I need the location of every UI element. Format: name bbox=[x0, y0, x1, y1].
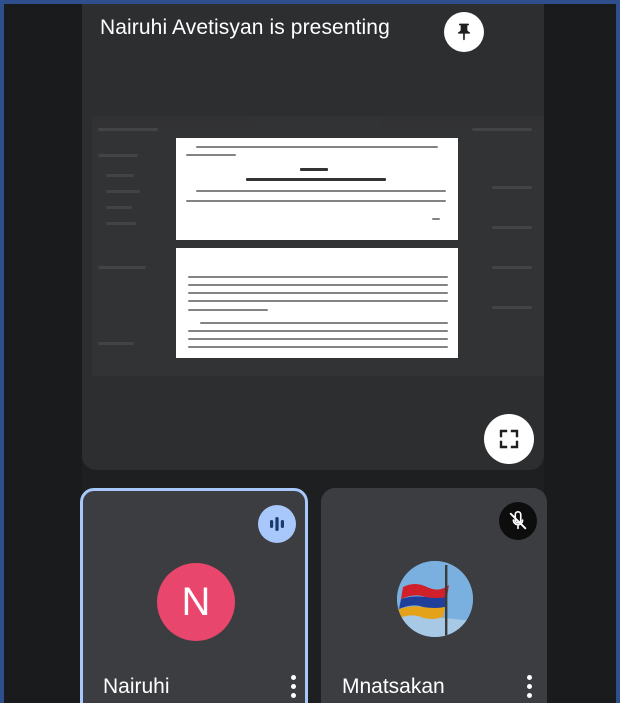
audio-levels-icon bbox=[270, 517, 284, 531]
mic-off-icon bbox=[509, 511, 527, 530]
muted-indicator bbox=[499, 502, 537, 540]
more-options-button[interactable] bbox=[283, 671, 303, 701]
pin-icon bbox=[458, 23, 470, 41]
presenting-title: Nairuhi Avetisyan is presenting bbox=[100, 16, 390, 39]
left-margin bbox=[4, 4, 82, 703]
participant-tile-nairuhi[interactable]: N Nairuhi bbox=[80, 488, 308, 703]
speaking-indicator bbox=[258, 505, 296, 543]
fullscreen-icon bbox=[499, 429, 519, 449]
participant-name: Nairuhi bbox=[103, 675, 170, 698]
more-options-button[interactable] bbox=[519, 671, 539, 701]
flag-avatar-image bbox=[397, 561, 473, 637]
right-margin bbox=[544, 4, 616, 703]
document-page bbox=[176, 248, 458, 358]
pin-button[interactable] bbox=[444, 12, 484, 52]
participant-tile-mnatsakan[interactable]: Mnatsakan bbox=[321, 488, 547, 703]
avatar bbox=[397, 561, 473, 637]
document-page bbox=[176, 138, 458, 240]
more-vert-icon bbox=[526, 674, 532, 698]
presentation-tile[interactable]: Nairuhi Avetisyan is presenting bbox=[82, 4, 544, 470]
participant-name: Mnatsakan bbox=[342, 675, 445, 698]
more-vert-icon bbox=[290, 674, 296, 698]
avatar: N bbox=[157, 563, 235, 641]
fullscreen-button[interactable] bbox=[484, 414, 534, 464]
meet-screen: Nairuhi Avetisyan is presenting N Nairuh… bbox=[4, 4, 616, 703]
